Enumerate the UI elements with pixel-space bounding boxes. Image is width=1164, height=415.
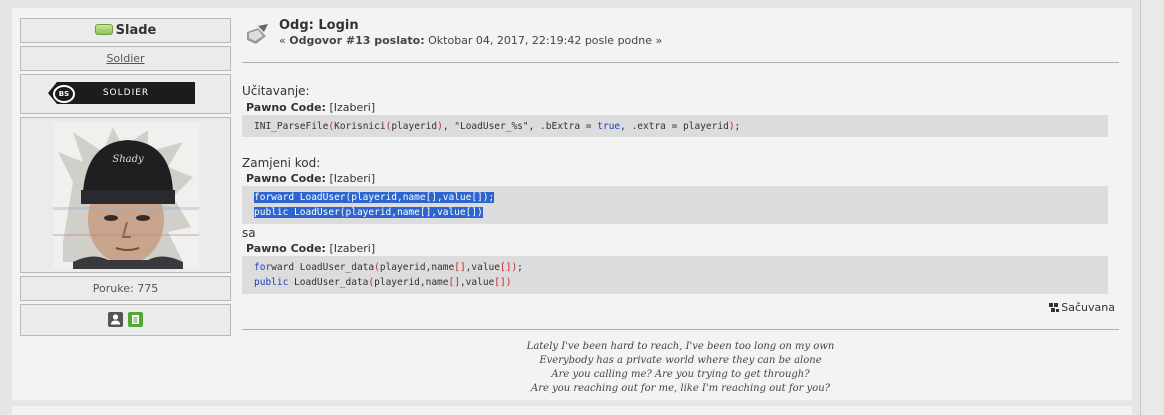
signature-line: Lately I've been hard to reach, I've bee… bbox=[526, 341, 835, 352]
post-meta: « Odgovor #13 poslato: Oktobar 04, 2017,… bbox=[279, 34, 662, 47]
user-rank[interactable]: Soldier bbox=[20, 46, 231, 71]
online-status-icon bbox=[94, 23, 113, 35]
select-link-1[interactable]: [Izaberi] bbox=[329, 101, 375, 114]
saved-indicator[interactable]: Sačuvana bbox=[1049, 301, 1115, 314]
user-actions bbox=[20, 304, 231, 336]
document-icon[interactable] bbox=[128, 312, 144, 327]
code-label-3: Pawno Code: [Izaberi] bbox=[246, 242, 375, 255]
user-sidebar: Slade Soldier BS SOLDIER Shady Poruke: 7… bbox=[20, 18, 231, 339]
intro-text: Učitavanje: bbox=[242, 84, 310, 98]
code-label-2: Pawno Code: [Izaberi] bbox=[246, 172, 375, 185]
saved-label: Sačuvana bbox=[1061, 301, 1115, 314]
svg-text:Shady: Shady bbox=[112, 154, 144, 165]
code-title-1: Pawno Code: bbox=[246, 101, 326, 114]
post-icon bbox=[244, 24, 270, 48]
signature-line: Are you reaching out for me, like I'm re… bbox=[530, 383, 831, 394]
username[interactable]: Slade bbox=[116, 23, 157, 38]
forum-post: Slade Soldier BS SOLDIER Shady Poruke: 7… bbox=[12, 8, 1132, 400]
code-block-3[interactable]: forward LoadUser_data(playerid,name[],va… bbox=[242, 256, 1108, 294]
post-count: Poruke: 775 bbox=[20, 276, 231, 301]
replace-text: Zamjeni kod: bbox=[242, 156, 321, 170]
selected-line-2: public LoadUser(playerid,name[],value[]) bbox=[254, 207, 483, 218]
code-label-1: Pawno Code: [Izaberi] bbox=[246, 101, 375, 114]
rank-badge-box: BS SOLDIER bbox=[20, 74, 231, 114]
page-scrollbar-area bbox=[1140, 0, 1164, 415]
code-block-1[interactable]: INI_ParseFile(Korisnici(playerid), "Load… bbox=[242, 115, 1108, 137]
code-title-3: Pawno Code: bbox=[246, 242, 326, 255]
avatar: Shady bbox=[53, 122, 199, 269]
badge-logo: BS bbox=[53, 85, 75, 103]
meta-prefix: « bbox=[279, 34, 290, 47]
user-profile-icon[interactable] bbox=[107, 312, 123, 327]
signature-divider bbox=[242, 329, 1119, 330]
post-title[interactable]: Odg: Login bbox=[279, 18, 359, 33]
badge-text: SOLDIER bbox=[102, 88, 150, 98]
signature-line: Are you calling me? Are you trying to ge… bbox=[551, 369, 810, 380]
rank-badge: BS SOLDIER bbox=[48, 82, 195, 104]
code-title-2: Pawno Code: bbox=[246, 172, 326, 185]
header-divider bbox=[242, 62, 1119, 63]
with-text: sa bbox=[242, 226, 256, 240]
select-link-2[interactable]: [Izaberi] bbox=[329, 172, 375, 185]
reply-number[interactable]: Odgovor #13 poslato: bbox=[289, 34, 424, 47]
avatar-image: Shady bbox=[53, 122, 199, 269]
signature-line: Everybody has a private world where they… bbox=[539, 355, 822, 366]
next-post-edge bbox=[12, 406, 1132, 415]
username-box: Slade bbox=[20, 18, 231, 43]
post-date: Oktobar 04, 2017, 22:19:42 posle podne » bbox=[424, 34, 663, 47]
select-link-3[interactable]: [Izaberi] bbox=[329, 242, 375, 255]
saved-icon bbox=[1049, 302, 1060, 314]
avatar-box: Shady bbox=[20, 117, 231, 273]
code-block-2[interactable]: forward LoadUser(playerid,name[],value[]… bbox=[242, 186, 1108, 224]
selected-line-1: forward LoadUser(playerid,name[],value[]… bbox=[254, 192, 495, 203]
signature: Lately I've been hard to reach, I've bee… bbox=[242, 340, 1119, 396]
